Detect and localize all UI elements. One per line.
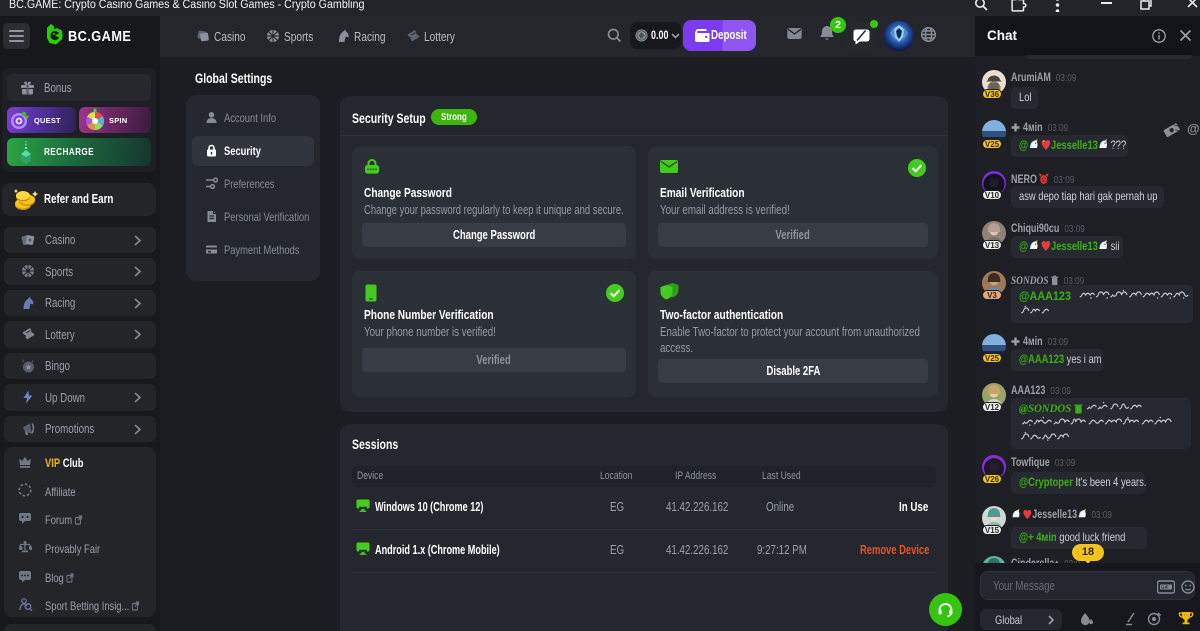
svg-text:GIF: GIF (1161, 585, 1169, 590)
